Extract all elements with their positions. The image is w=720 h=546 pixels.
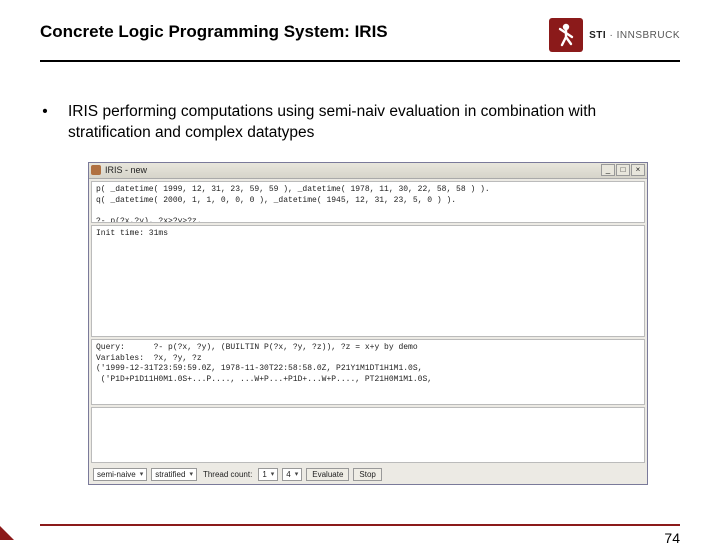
thread-label: Thread count: bbox=[201, 470, 254, 479]
window-title: IRIS - new bbox=[105, 165, 147, 175]
output-pane: Query: ?- p(?x, ?y), (BUILTIN P(?x, ?y, … bbox=[91, 339, 645, 405]
input-pane[interactable]: p( _datetime( 1999, 12, 31, 23, 59, 59 )… bbox=[91, 181, 645, 223]
toolbar: semi-naive stratified Thread count: 1 4 … bbox=[89, 465, 647, 484]
app-icon bbox=[91, 165, 101, 175]
slide: Concrete Logic Programming System: IRIS … bbox=[0, 0, 720, 540]
slide-title: Concrete Logic Programming System: IRIS bbox=[40, 18, 388, 42]
footer-divider bbox=[40, 524, 680, 526]
logo-sep: · bbox=[606, 30, 616, 41]
body: • IRIS performing computations using sem… bbox=[40, 62, 680, 485]
titlebar: IRIS - new _ □ × bbox=[89, 163, 647, 179]
result-pane bbox=[91, 407, 645, 463]
bullet-text: IRIS performing computations using semi-… bbox=[68, 102, 680, 144]
minimize-button[interactable]: _ bbox=[601, 164, 615, 176]
logo-sti: STI bbox=[589, 30, 606, 41]
log-pane: Init time: 31ms bbox=[91, 225, 645, 337]
stratify-combo[interactable]: stratified bbox=[151, 468, 197, 481]
logo: STI · INNSBRUCK bbox=[549, 18, 680, 52]
logo-text: STI · INNSBRUCK bbox=[589, 30, 680, 41]
header: Concrete Logic Programming System: IRIS … bbox=[40, 18, 680, 52]
logo-city: INNSBRUCK bbox=[617, 30, 680, 41]
bullet-item: • IRIS performing computations using sem… bbox=[40, 102, 680, 144]
aux-combo[interactable]: 4 bbox=[282, 468, 302, 481]
logo-icon bbox=[549, 18, 583, 52]
app-window: IRIS - new _ □ × p( _datetime( 1999, 12,… bbox=[88, 162, 648, 485]
close-button[interactable]: × bbox=[631, 164, 645, 176]
page-number: 74 bbox=[664, 530, 680, 546]
thread-count-combo[interactable]: 1 bbox=[258, 468, 278, 481]
bullet-mark: • bbox=[40, 102, 50, 123]
corner-accent bbox=[0, 526, 14, 540]
stop-button[interactable]: Stop bbox=[353, 468, 381, 481]
screenshot-embed: IRIS - new _ □ × p( _datetime( 1999, 12,… bbox=[88, 162, 648, 485]
eval-strategy-combo[interactable]: semi-naive bbox=[93, 468, 147, 481]
maximize-button[interactable]: □ bbox=[616, 164, 630, 176]
footer: 74 bbox=[40, 524, 680, 526]
evaluate-button[interactable]: Evaluate bbox=[306, 468, 349, 481]
